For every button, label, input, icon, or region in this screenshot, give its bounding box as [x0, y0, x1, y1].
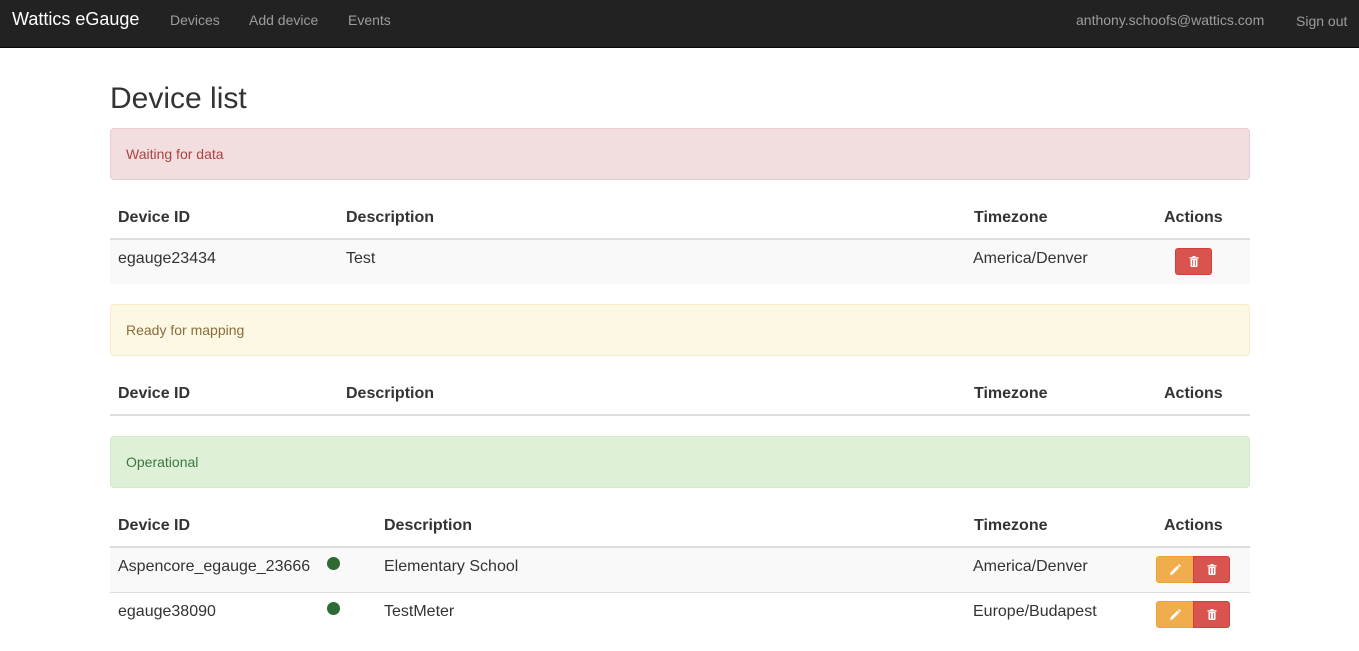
status-alert-text: Waiting for data — [126, 146, 224, 162]
device-id-cell: egauge23434 — [118, 250, 216, 267]
column-header-device-id: Device ID — [118, 385, 191, 402]
status-alert-ready: Ready for mapping — [110, 304, 1250, 356]
table-header-divider — [110, 414, 1250, 416]
delete-icon — [1207, 609, 1216, 620]
description-cell: Elementary School — [384, 558, 519, 575]
edit-button[interactable] — [1156, 556, 1194, 583]
nav-link-add-device[interactable]: Add device — [249, 12, 318, 28]
page-title: Device list — [110, 82, 247, 115]
device-id-cell: egauge38090 — [118, 603, 216, 620]
status-alert-operational: Operational — [110, 436, 1250, 488]
online-dot-icon — [327, 602, 340, 615]
delete-button[interactable] — [1175, 248, 1212, 275]
column-header-timezone: Timezone — [974, 517, 1048, 534]
edit-icon — [1170, 563, 1181, 575]
column-header-description: Description — [346, 385, 435, 402]
delete-button[interactable] — [1193, 556, 1230, 583]
column-header-actions: Actions — [1164, 209, 1223, 226]
description-cell: TestMeter — [384, 603, 455, 620]
edit-button[interactable] — [1156, 601, 1194, 628]
column-header-device-id: Device ID — [118, 517, 191, 534]
timezone-cell: America/Denver — [973, 250, 1088, 267]
delete-button[interactable] — [1193, 601, 1230, 628]
status-alert-text: Ready for mapping — [126, 322, 245, 338]
status-alert-text: Operational — [126, 454, 199, 470]
column-header-timezone: Timezone — [974, 385, 1048, 402]
nav-link-events[interactable]: Events — [348, 12, 391, 28]
description-cell: Test — [346, 250, 376, 267]
column-header-description: Description — [346, 209, 435, 226]
status-alert-waiting: Waiting for data — [110, 128, 1250, 180]
edit-icon — [1170, 608, 1181, 620]
timezone-cell: America/Denver — [973, 558, 1088, 575]
delete-icon — [1207, 564, 1216, 575]
device-id-cell: Aspencore_egauge_23666 — [118, 558, 311, 575]
column-header-timezone: Timezone — [974, 209, 1048, 226]
column-header-actions: Actions — [1164, 517, 1223, 534]
nav-link-devices[interactable]: Devices — [170, 12, 220, 28]
brand-link[interactable]: Wattics eGauge — [12, 9, 139, 30]
column-header-device-id: Device ID — [118, 209, 191, 226]
column-header-actions: Actions — [1164, 385, 1223, 402]
timezone-cell: Europe/Budapest — [973, 603, 1097, 620]
top-navbar: Wattics eGauge Devices Add device Events… — [0, 0, 1359, 48]
sign-out-link[interactable]: Sign out — [1296, 13, 1347, 29]
user-email-link[interactable]: anthony.schoofs@wattics.com — [1076, 12, 1264, 28]
delete-icon — [1189, 256, 1198, 267]
column-header-description: Description — [384, 517, 473, 534]
table-row-divider — [110, 592, 1250, 593]
online-dot-icon — [327, 557, 340, 570]
